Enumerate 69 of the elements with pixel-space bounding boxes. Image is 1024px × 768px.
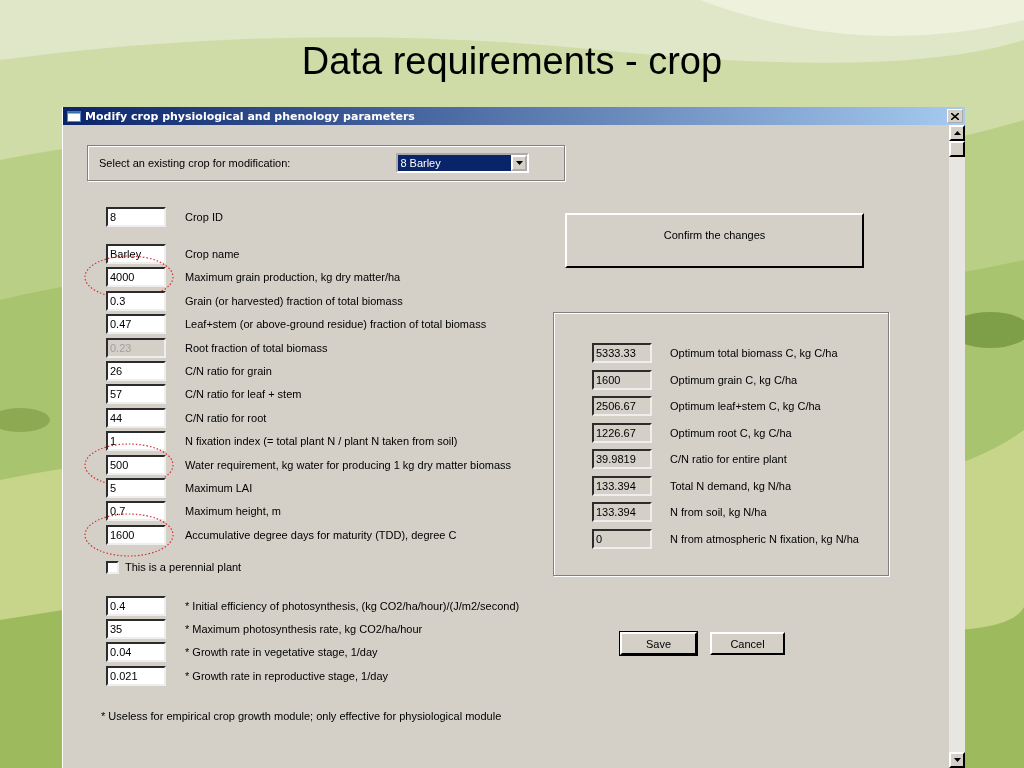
scrollbar[interactable] (949, 125, 965, 768)
input-field[interactable]: 0.7 (106, 501, 166, 522)
result-label: Total N demand, kg N/ha (670, 479, 792, 492)
field-label: * Growth rate in reproductive stage, 1/day (185, 669, 388, 682)
input-field[interactable]: 0.021 (106, 665, 166, 686)
result-label: Optimum grain C, kg C/ha (670, 373, 798, 386)
input-field[interactable]: 35 (106, 619, 166, 640)
input-field[interactable]: 5 (106, 477, 166, 498)
readonly-field: 1600 (592, 369, 652, 390)
field-label: Accumulative degree days for maturity (TDD), degree C (185, 528, 457, 541)
result-label: Optimum root C, kg C/ha (670, 426, 792, 439)
dialog-button[interactable]: Save (620, 632, 697, 655)
result-label: N from soil, kg N/ha (670, 506, 767, 518)
field-label: Leaf+stem (or above-ground residue) fraction of total biomass (185, 318, 487, 331)
slide-title: Data requirements - crop (301, 39, 723, 84)
window-title: Modify crop physiological and phenology parameters (85, 109, 416, 123)
field-label: Root fraction of total biomass (185, 341, 328, 354)
field-label: N fixation index (= total plant N / plant N taken from soil) (185, 435, 458, 448)
field-label: C/N ratio for root (185, 411, 267, 424)
input-field[interactable]: 57 (106, 384, 166, 405)
input-field[interactable]: 0.47 (106, 314, 166, 335)
crop-dropdown[interactable]: 8 Barley (396, 153, 530, 173)
input-field[interactable]: 500 (106, 454, 166, 475)
input-field[interactable]: 1600 (106, 524, 166, 545)
field-label: * Growth rate in vegetative stage, 1/day (185, 646, 378, 659)
result-label: Optimum leaf+stem C, kg C/ha (670, 400, 821, 412)
field-label: Crop ID (185, 211, 223, 223)
checkbox[interactable] (106, 560, 119, 574)
field-label: Maximum height, m (185, 505, 281, 518)
field-label: Grain (or harvested) fraction of total biomass (185, 294, 403, 307)
input-field[interactable]: Barley (106, 244, 166, 264)
readonly-field: 2506.67 (592, 396, 652, 416)
checkbox-label: This is a perennial plant (125, 561, 242, 574)
field-label: * Initial efficiency of photosynthesis, (kg CO2/ha/hour)/(J/m2/second) (185, 599, 520, 612)
readonly-field: 0 (592, 528, 652, 549)
readonly-field: 5333.33 (592, 343, 652, 363)
field-label: * Maximum photosynthesis rate, kg CO2/ha/hour (185, 623, 423, 636)
dialog-button[interactable]: Cancel (710, 632, 785, 655)
down-arrow-icon (953, 758, 961, 762)
readonly-field: 1226.67 (592, 422, 652, 443)
input-field[interactable]: 44 (106, 407, 166, 428)
result-label: Optimum total biomass C, kg C/ha (670, 347, 838, 359)
input-field[interactable]: 1 (106, 431, 166, 452)
field-label: C/N ratio for leaf + stem (185, 388, 302, 401)
field-label: Water requirement, kg water for producing 1 kg dry matter biomass (185, 458, 512, 471)
confirm-button[interactable]: Confirm the changes (565, 213, 864, 268)
input-field[interactable]: 26 (106, 360, 166, 381)
up-arrow-icon (953, 131, 961, 135)
selector-label: Select an existing crop for modification: (99, 157, 291, 169)
window-icon (67, 110, 81, 122)
input-field[interactable]: 4000 (106, 267, 166, 288)
field-label: C/N ratio for grain (185, 364, 272, 377)
footnote: * Useless for empirical crop growth module; only effective for physiological module (100, 709, 503, 722)
down-arrow-icon (515, 161, 523, 165)
input-field[interactable]: 0.3 (106, 290, 166, 311)
readonly-field: 133.394 (592, 502, 652, 522)
input-field[interactable]: 8 (106, 207, 166, 227)
readonly-field: 133.394 (592, 475, 652, 496)
result-label: N from atmospheric N fixation, kg N/ha (670, 532, 859, 545)
input-field[interactable]: 0.4 (106, 595, 166, 616)
input-field[interactable]: 0.04 (106, 642, 166, 663)
close-icon (951, 112, 959, 120)
readonly-field: 39.9819 (592, 449, 652, 469)
close-button[interactable] (947, 109, 963, 123)
field-label: Maximum grain production, kg dry matter/ha (185, 271, 401, 284)
field-label: Maximum LAI (185, 481, 253, 494)
field-label: Crop name (185, 248, 240, 260)
result-label: C/N ratio for entire plant (670, 453, 787, 465)
scroll-thumb[interactable] (949, 141, 965, 157)
